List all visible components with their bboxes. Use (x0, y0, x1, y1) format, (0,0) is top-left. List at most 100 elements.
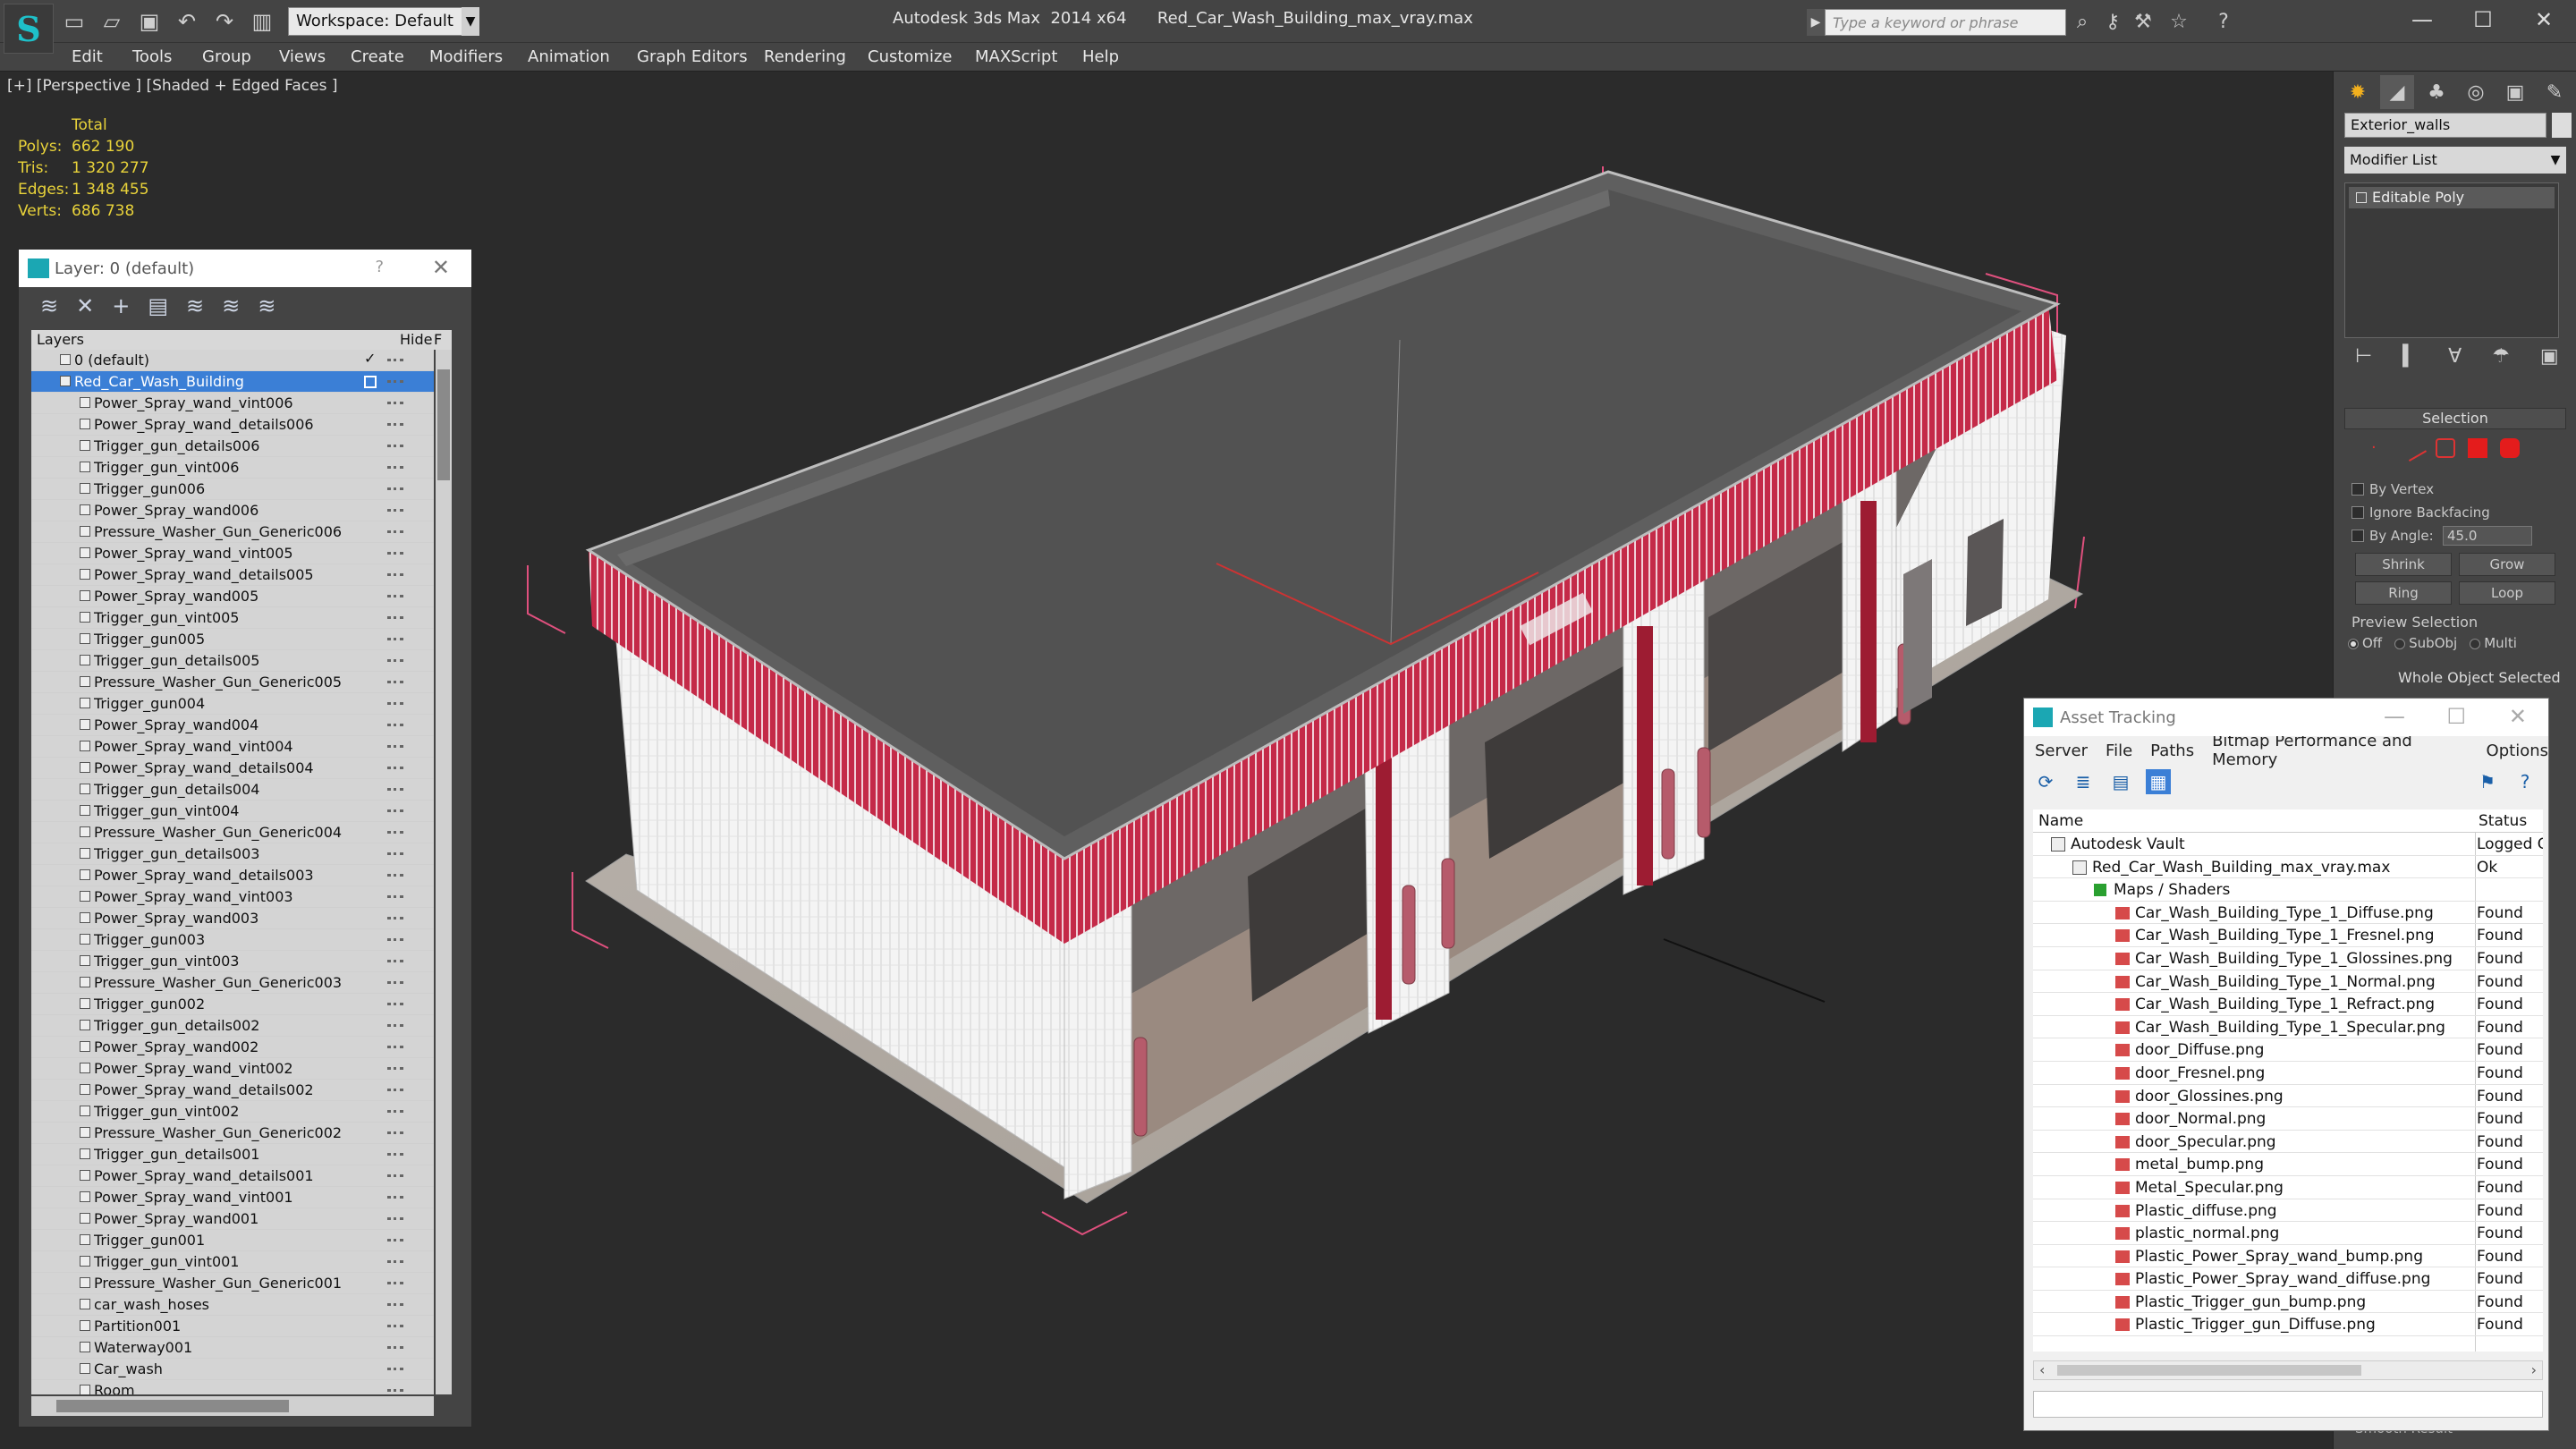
asset-row[interactable]: Red_Car_Wash_Building_max_vray.max Ok (2033, 856, 2543, 879)
current-layer-check-icon[interactable]: ✓ (364, 350, 376, 367)
search-input[interactable]: Type a keyword or phrase (1825, 9, 2066, 36)
utilities-icon[interactable]: ✎ (2538, 75, 2572, 109)
hide-toggle[interactable] (387, 1217, 403, 1220)
layer-row[interactable]: Trigger_gun_details002 (31, 1015, 434, 1037)
layer-row[interactable]: Trigger_gun_vint005 (31, 607, 434, 629)
asset-row[interactable]: Plastic_Power_Spray_wand_diffuse.png Foun… (2033, 1267, 2543, 1291)
layer-row[interactable]: Trigger_gun_details001 (31, 1144, 434, 1165)
asset-row[interactable]: Car_Wash_Building_Type_1_Normal.png Found (2033, 970, 2543, 994)
asset-row[interactable]: metal_bump.png Found (2033, 1153, 2543, 1176)
freeze-all-icon[interactable]: ≋ (258, 293, 275, 318)
workspace-select[interactable]: Workspace: Default (288, 7, 479, 36)
save-icon[interactable]: ▣ (134, 6, 165, 37)
help-icon[interactable]: ? (375, 258, 384, 276)
pin-stack-icon[interactable]: ⊢ (2355, 345, 2372, 376)
layer-row[interactable]: Power_Spray_wand_vint001 (31, 1187, 434, 1208)
preview-subobj-radio[interactable]: SubObj (2394, 635, 2457, 651)
hide-all-icon[interactable]: ≋ (222, 293, 240, 318)
layer-row[interactable]: Pressure_Washer_Gun_Generic004 (31, 822, 434, 843)
border-icon[interactable] (2436, 438, 2455, 458)
layer-row[interactable]: Power_Spray_wand004 (31, 715, 434, 736)
hide-toggle[interactable] (387, 960, 403, 962)
close-icon[interactable]: ✕ (2509, 704, 2527, 729)
layer-row[interactable]: Trigger_gun_vint004 (31, 801, 434, 822)
maximize-icon[interactable]: ☐ (2446, 704, 2466, 729)
hide-toggle[interactable] (387, 380, 403, 383)
scroll-thumb[interactable] (437, 369, 450, 480)
delete-layer-icon[interactable]: ✕ (76, 293, 94, 318)
column-freeze[interactable]: F (434, 331, 442, 348)
configure-sets-icon[interactable]: ▣ (2540, 345, 2559, 376)
layer-row[interactable]: Power_Spray_wand_vint003 (31, 886, 434, 908)
star-icon[interactable]: ☆ (2165, 7, 2193, 36)
layer-list-vscroll[interactable] (436, 350, 452, 1394)
select-objects-icon[interactable]: ▤ (148, 293, 168, 318)
hide-toggle[interactable] (387, 1325, 403, 1327)
layer-row[interactable]: Trigger_gun_vint006 (31, 457, 434, 479)
asset-row[interactable]: Plastic_Trigger_gun_Diffuse.png Found (2033, 1313, 2543, 1337)
asset-row[interactable]: door_Fresnel.png Found (2033, 1062, 2543, 1085)
hide-toggle[interactable] (387, 445, 403, 447)
hide-toggle[interactable] (387, 359, 403, 361)
selection-rollout-title[interactable]: Selection (2344, 408, 2566, 429)
asset-row[interactable]: Car_Wash_Building_Type_1_Glossines.png Fo… (2033, 947, 2543, 970)
layer-row[interactable]: Power_Spray_wand005 (31, 586, 434, 607)
menu-group[interactable]: Group (202, 47, 251, 66)
asset-row[interactable]: door_Diffuse.png Found (2033, 1038, 2543, 1062)
chevron-down-icon[interactable]: ▼ (2545, 147, 2566, 174)
layer-row[interactable]: Power_Spray_wand003 (31, 908, 434, 929)
close-icon[interactable]: ✕ (432, 255, 450, 280)
layer-row[interactable]: Power_Spray_wand_details006 (31, 414, 434, 436)
hide-toggle[interactable] (387, 402, 403, 404)
layer-row[interactable]: Power_Spray_wand_details001 (31, 1165, 434, 1187)
binoculars-icon[interactable]: ⌕ (2068, 7, 2097, 36)
layer-row[interactable]: Trigger_gun_vint003 (31, 951, 434, 972)
asset-row[interactable]: Car_Wash_Building_Type_1_Refract.png Foun… (2033, 993, 2543, 1016)
layer-row[interactable]: Room (31, 1380, 434, 1394)
hide-toggle[interactable] (387, 1046, 403, 1048)
asset-menu-bitmap-performance-and-memory[interactable]: Bitmap Performance and Memory (2212, 732, 2468, 769)
menu-views[interactable]: Views (279, 47, 326, 66)
by-vertex-checkbox[interactable]: By Vertex (2351, 481, 2434, 497)
shrink-button[interactable]: Shrink (2355, 553, 2452, 576)
new-icon[interactable]: ▭ (59, 6, 89, 37)
polygon-icon[interactable] (2468, 438, 2487, 458)
hide-toggle[interactable] (387, 1389, 403, 1392)
asset-menu-paths[interactable]: Paths (2150, 741, 2194, 760)
hide-toggle[interactable] (387, 466, 403, 469)
menu-create[interactable]: Create (351, 47, 404, 66)
layer-row[interactable]: Partition001 (31, 1316, 434, 1337)
highlight-layer-icon[interactable]: ≋ (186, 293, 204, 318)
asset-row[interactable]: Plastic_Power_Spray_wand_bump.png Found (2033, 1245, 2543, 1268)
make-unique-icon[interactable]: ∀ (2448, 345, 2462, 376)
layer-row[interactable]: Car_wash (31, 1359, 434, 1380)
hide-toggle[interactable] (387, 530, 403, 533)
show-end-result-icon[interactable]: ▍ (2402, 345, 2418, 376)
layer-row[interactable]: Power_Spray_wand002 (31, 1037, 434, 1058)
refresh-icon[interactable]: ⟳ (2033, 769, 2058, 794)
layer-row[interactable]: Power_Spray_wand_details003 (31, 865, 434, 886)
layer-row[interactable]: Trigger_gun001 (31, 1230, 434, 1251)
asset-row[interactable]: door_Specular.png Found (2033, 1131, 2543, 1154)
hide-toggle[interactable] (387, 1282, 403, 1284)
asset-menu-server[interactable]: Server (2035, 741, 2088, 760)
column-status[interactable]: Status (2479, 812, 2527, 830)
layer-list-hscroll[interactable] (31, 1396, 434, 1416)
scroll-right-icon[interactable]: › (2531, 1361, 2537, 1378)
column-hide[interactable]: Hide (400, 331, 432, 348)
redo-icon[interactable]: ↷ (209, 6, 240, 37)
hide-toggle[interactable] (387, 1346, 403, 1349)
hide-toggle[interactable] (387, 852, 403, 855)
hide-toggle[interactable] (387, 809, 403, 812)
modify-icon[interactable]: ◢ (2380, 75, 2414, 109)
hide-toggle[interactable] (387, 745, 403, 748)
hide-toggle[interactable] (387, 1067, 403, 1070)
asset-row[interactable]: Car_Wash_Building_Type_1_Diffuse.png Foun… (2033, 902, 2543, 925)
layer-row[interactable]: Trigger_gun005 (31, 629, 434, 650)
hide-toggle[interactable] (387, 423, 403, 426)
layer-panel-title-bar[interactable]: Layer: 0 (default) ? ✕ (19, 250, 471, 287)
hide-toggle[interactable] (387, 1303, 403, 1306)
remove-modifier-icon[interactable]: ☂ (2492, 345, 2510, 376)
layer-row[interactable]: Pressure_Washer_Gun_Generic005 (31, 672, 434, 693)
app-logo-icon[interactable]: S (4, 4, 54, 54)
